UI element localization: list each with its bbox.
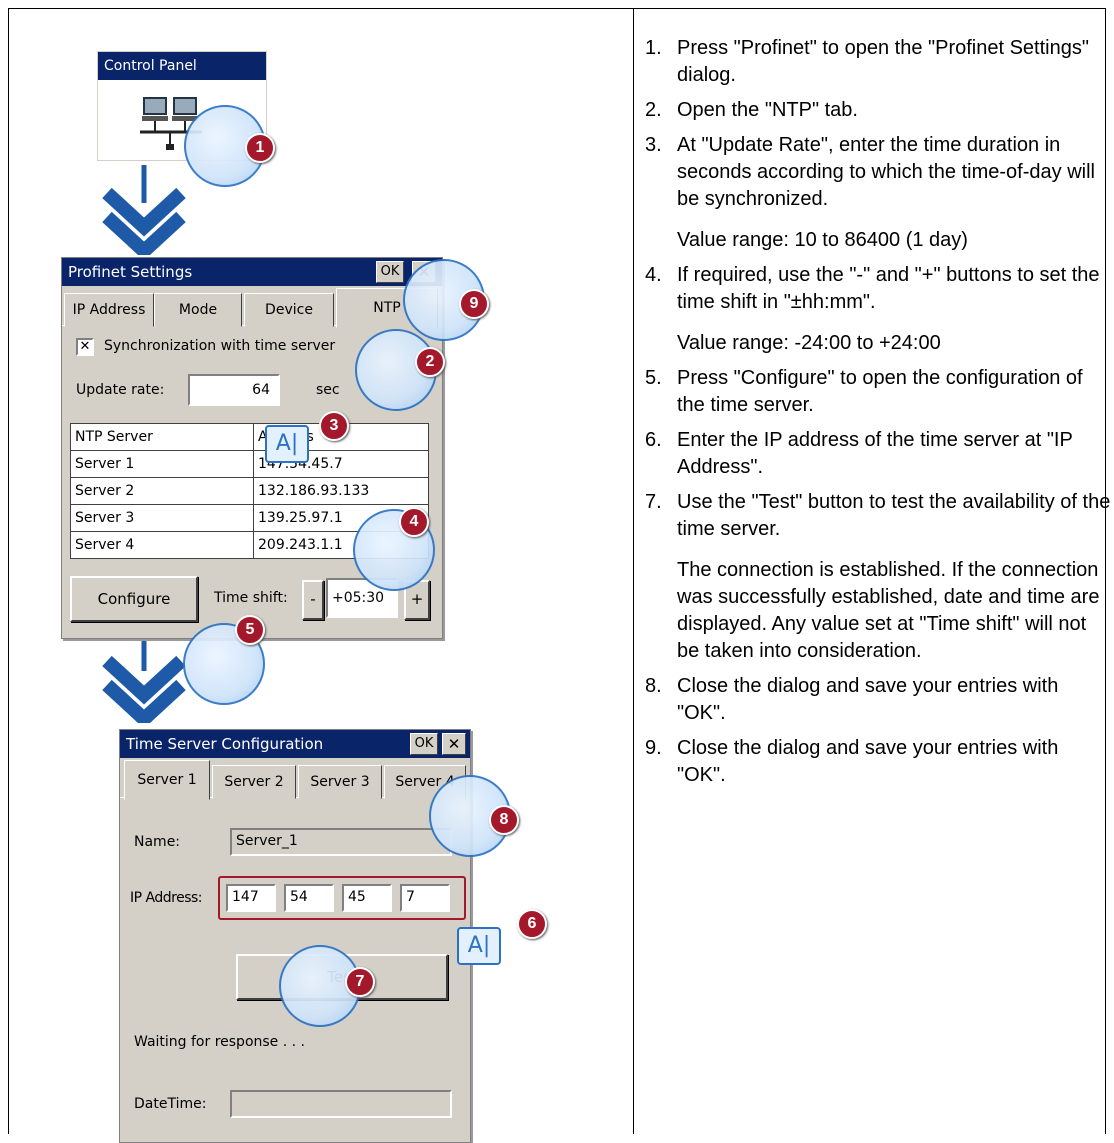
tab-server-2[interactable]: Server 2	[212, 765, 296, 799]
ok-button[interactable]: OK	[410, 733, 438, 755]
ok-button[interactable]: OK	[376, 261, 404, 283]
control-panel-title: Control Panel	[98, 52, 266, 80]
step-text: Use the "Test" button to test the availa…	[677, 491, 1111, 540]
step-text: Press "Profinet" to open the "Profinet S…	[677, 37, 1089, 86]
column-header-server: NTP Server	[70, 423, 254, 451]
configure-button[interactable]: Configure	[70, 576, 198, 622]
datetime-field	[230, 1090, 452, 1118]
step-badge-4: 4	[399, 507, 429, 537]
step-number: 9.	[645, 737, 662, 759]
instruction-step: 6. Enter the IP address of the time serve…	[641, 427, 1111, 481]
instruction-step: 9. Close the dialog and save your entries…	[641, 735, 1111, 789]
server-name: Server 3	[70, 504, 254, 532]
step-text: Close the dialog and save your entries w…	[677, 737, 1059, 786]
column-divider	[633, 9, 634, 1134]
chevron-down-icon	[102, 633, 186, 723]
step-number: 8.	[645, 675, 662, 697]
name-label: Name:	[134, 834, 181, 850]
step-badge-9: 9	[459, 289, 489, 319]
instruction-step: 2. Open the "NTP" tab.	[641, 97, 1111, 124]
ip-address-label: IP Address:	[130, 890, 203, 906]
time-shift-minus-button[interactable]: -	[302, 580, 324, 620]
update-rate-input[interactable]: 64	[188, 374, 280, 406]
step-number: 5.	[645, 367, 662, 389]
tab-ip-address[interactable]: IP Address	[64, 293, 154, 327]
step-badge-2: 2	[415, 347, 445, 377]
close-icon[interactable]: ✕	[442, 733, 466, 755]
datetime-label: DateTime:	[134, 1096, 207, 1112]
figure-frame: Control Panel Profinet Settings OK ✕	[8, 8, 1110, 1143]
status-text: Waiting for response . . .	[134, 1034, 305, 1050]
step-text: Enter the IP address of the time server …	[677, 429, 1073, 478]
step-badge-3: 3	[319, 411, 349, 441]
step-note: Value range: -24:00 to +24:00	[677, 332, 941, 354]
name-field[interactable]: Server_1	[230, 828, 452, 856]
table-header-row: NTP Server Address	[70, 423, 429, 451]
step-number: 7.	[645, 491, 662, 513]
tab-device[interactable]: Device	[244, 293, 334, 327]
chevron-down-icon	[102, 165, 186, 255]
instruction-step: 8. Close the dialog and save your entries…	[641, 673, 1111, 727]
server-name: Server 2	[70, 477, 254, 505]
step-note: Value range: 10 to 86400 (1 day)	[677, 229, 968, 251]
dialog-title: Time Server Configuration	[126, 735, 324, 753]
tab-mode[interactable]: Mode	[154, 293, 242, 327]
time-shift-label: Time shift:	[214, 590, 288, 606]
time-server-configuration-dialog: Time Server Configuration OK ✕ Server 1 …	[119, 729, 471, 1143]
step-text: Press "Configure" to open the configurat…	[677, 367, 1083, 416]
step-number: 3.	[645, 134, 662, 156]
tab-server-3[interactable]: Server 3	[298, 765, 382, 799]
table-row[interactable]: Server 1 147.54.45.7	[70, 450, 429, 478]
step-badge-7: 7	[345, 967, 375, 997]
ip-address-highlight	[218, 876, 466, 920]
title-bar: Profinet Settings OK ✕	[62, 258, 442, 286]
instruction-step: 7. Use the "Test" button to test the avai…	[641, 489, 1111, 543]
step-badge-8: 8	[489, 805, 519, 835]
step-text: Open the "NTP" tab.	[677, 99, 858, 121]
step-text: If required, use the "-" and "+" buttons…	[677, 264, 1100, 313]
step-text: At "Update Rate", enter the time duratio…	[677, 134, 1095, 210]
step-number: 1.	[645, 37, 662, 59]
step-badge-5: 5	[235, 615, 265, 645]
step-number: 2.	[645, 99, 662, 121]
sync-label: Synchronization with time server	[104, 338, 336, 354]
instruction-step: 5. Press "Configure" to open the configur…	[641, 365, 1111, 419]
step-text: Close the dialog and save your entries w…	[677, 675, 1059, 724]
step-number: 6.	[645, 429, 662, 451]
server-name: Server 1	[70, 450, 254, 478]
text-input-icon: A|	[265, 425, 309, 463]
step-badge-1: 1	[245, 133, 275, 163]
step-badge-6: 6	[517, 909, 547, 939]
server-name: Server 4	[70, 531, 254, 559]
title-bar: Time Server Configuration OK ✕	[120, 730, 470, 758]
tab-server-1[interactable]: Server 1	[124, 760, 210, 800]
update-rate-label: Update rate:	[76, 382, 165, 398]
instruction-step: 1. Press "Profinet" to open the "Profinet…	[641, 35, 1111, 89]
text-input-icon: A|	[457, 927, 501, 965]
dialog-title: Profinet Settings	[68, 263, 193, 281]
table-row[interactable]: Server 2 132.186.93.133	[70, 477, 429, 505]
instruction-step: 3. At "Update Rate", enter the time durat…	[641, 132, 1111, 213]
instruction-list: 1. Press "Profinet" to open the "Profinet…	[641, 35, 1111, 797]
instruction-step: 4. If required, use the "-" and "+" butto…	[641, 262, 1111, 316]
step-number: 4.	[645, 264, 662, 286]
sync-checkbox[interactable]: ✕	[76, 338, 94, 356]
update-rate-unit: sec	[316, 382, 340, 398]
step-note: The connection is established. If the co…	[677, 559, 1100, 662]
server-address: 132.186.93.133	[253, 477, 429, 505]
